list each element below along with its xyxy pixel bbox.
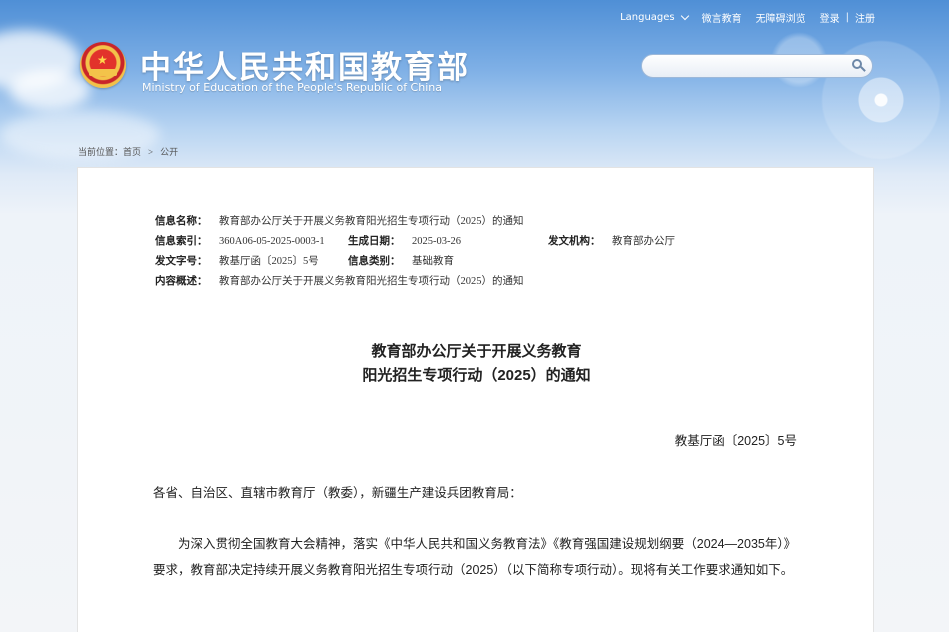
document-title-line1: 教育部办公厅关于开展义务教育 <box>371 343 582 360</box>
accessibility-link[interactable]: 无障碍浏览 <box>756 10 806 25</box>
document-metadata: 信息名称： 教育部办公厅关于开展义务教育阳光招生专项行动（2025）的通知 信息… <box>155 212 795 292</box>
meta-row-docno: 发文字号： 教基厅函〔2025〕5号 信息类别： 基础教育 <box>155 252 795 272</box>
search-input[interactable] <box>652 55 856 79</box>
document-number: 教基厅函〔2025〕5号 <box>674 434 797 448</box>
meta-index-label: 信息索引： <box>155 236 208 247</box>
emblem-base <box>89 69 117 76</box>
login-link[interactable]: 登录 <box>820 10 840 25</box>
site-subtitle: Ministry of Education of the People's Re… <box>142 81 442 94</box>
star-icon: ★ <box>97 53 108 67</box>
meta-row-index: 信息索引： 360A06-05-2025-0003-1 生成日期： 2025-0… <box>155 232 795 252</box>
meta-date-value: 2025-03-26 <box>412 236 461 247</box>
document-paragraph: 为深入贯彻全国教育大会精神，落实《中华人民共和国义务教育法》《教育强国建设规划纲… <box>153 537 797 577</box>
meta-org-value: 教育部办公厅 <box>612 236 675 247</box>
meta-name-label: 信息名称： <box>155 216 208 227</box>
chevron-down-icon <box>680 11 689 21</box>
document-addressee: 各省、自治区、直辖市教育厅（教委），新疆生产建设兵团教育局： <box>153 486 522 500</box>
meta-org-label: 发文机构： <box>548 236 601 247</box>
meta-summary-value: 教育部办公厅关于开展义务教育阳光招生专项行动（2025）的通知 <box>219 276 524 287</box>
meta-category-label: 信息类别： <box>348 256 401 267</box>
breadcrumb-home[interactable]: 首页 <box>123 147 141 157</box>
document-title: 教育部办公厅关于开展义务教育 阳光招生专项行动（2025）的通知 <box>78 340 875 388</box>
national-emblem-logo[interactable]: ★ <box>80 42 126 88</box>
meta-name-value: 教育部办公厅关于开展义务教育阳光招生专项行动（2025）的通知 <box>219 216 524 227</box>
meta-row-summary: 内容概述： 教育部办公厅关于开展义务教育阳光招生专项行动（2025）的通知 <box>155 272 795 292</box>
meta-docno-value: 教基厅函〔2025〕5号 <box>219 256 319 267</box>
breadcrumb: 当前位置：首页 > 公开 <box>78 145 178 158</box>
breadcrumb-current[interactable]: 公开 <box>160 147 178 157</box>
document-title-line2: 阳光招生专项行动（2025）的通知 <box>362 367 591 384</box>
meta-docno-label: 发文字号： <box>155 256 208 267</box>
meta-row-name: 信息名称： 教育部办公厅关于开展义务教育阳光招生专项行动（2025）的通知 <box>155 212 795 232</box>
search-icon[interactable] <box>852 59 862 69</box>
register-link[interactable]: 注册 <box>855 10 875 25</box>
wechat-link[interactable]: 微言教育 <box>702 10 742 25</box>
meta-date-label: 生成日期： <box>348 236 401 247</box>
meta-category-value: 基础教育 <box>412 256 454 267</box>
search-box <box>641 54 873 79</box>
content-panel: 信息名称： 教育部办公厅关于开展义务教育阳光招生专项行动（2025）的通知 信息… <box>77 167 874 632</box>
languages-label: Languages <box>620 12 675 23</box>
top-links: Languages 微言教育 无障碍浏览 登录 | 注册 <box>620 10 875 25</box>
languages-dropdown[interactable]: Languages <box>620 11 689 23</box>
breadcrumb-prefix: 当前位置： <box>78 147 124 157</box>
link-separator: | <box>845 12 849 23</box>
meta-index-value: 360A06-05-2025-0003-1 <box>219 236 325 247</box>
breadcrumb-arrow: > <box>148 147 154 157</box>
meta-summary-label: 内容概述： <box>155 276 208 287</box>
cloud-decoration <box>10 70 90 110</box>
